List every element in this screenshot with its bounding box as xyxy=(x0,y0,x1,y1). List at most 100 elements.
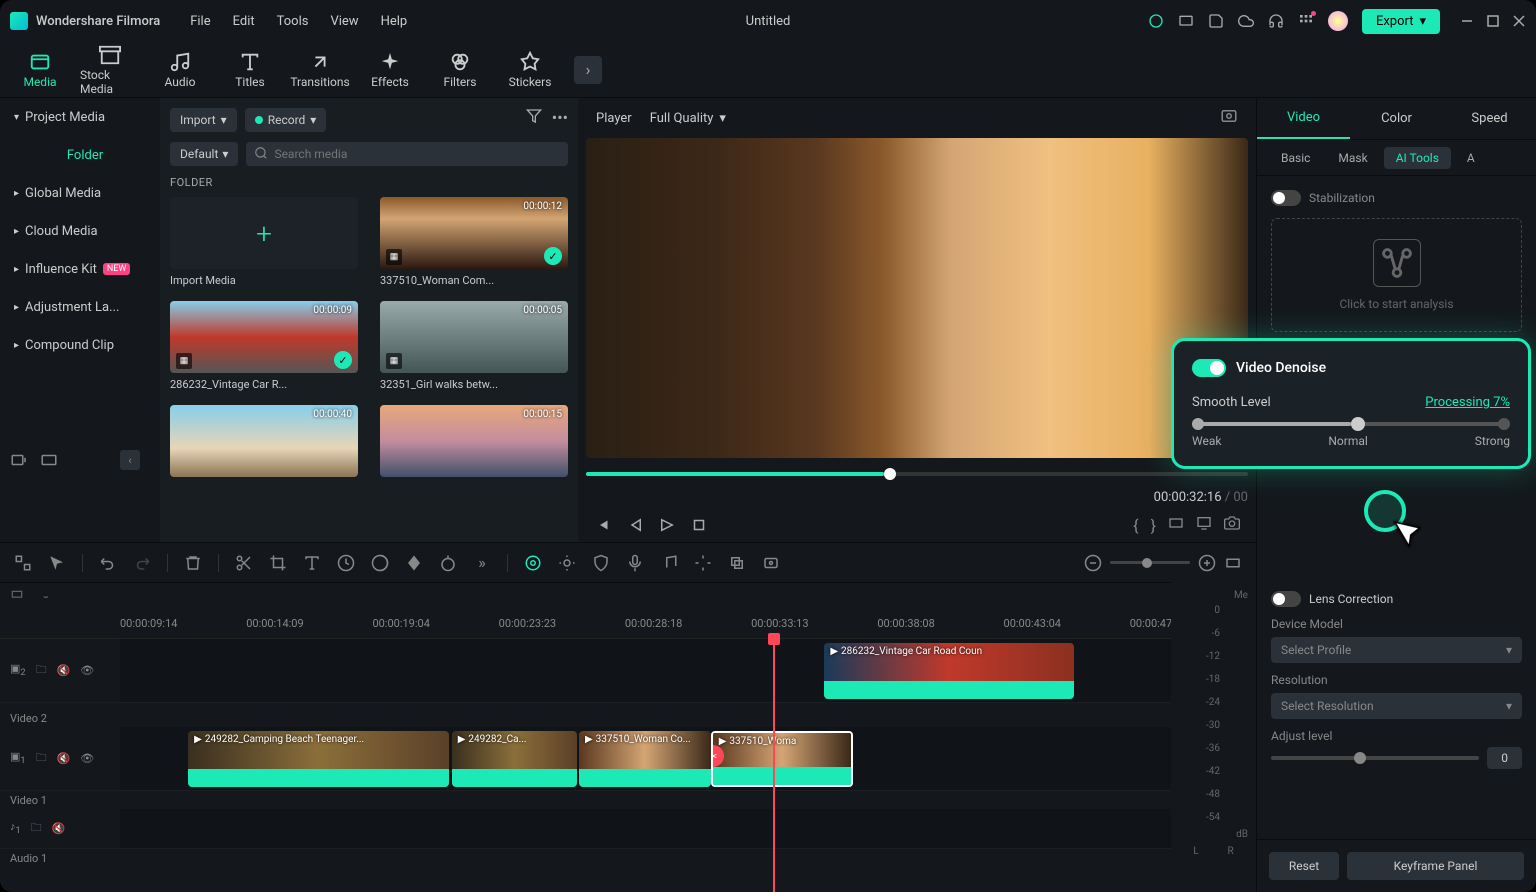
slider-thumb[interactable] xyxy=(1351,417,1365,431)
search-input[interactable] xyxy=(274,147,560,161)
zoom-slider[interactable] xyxy=(1110,561,1190,564)
close-icon[interactable] xyxy=(1512,14,1526,28)
eye-icon[interactable]: 👁 xyxy=(80,664,94,677)
lens-correction-toggle[interactable] xyxy=(1271,591,1301,607)
bin-icon[interactable] xyxy=(40,451,58,469)
sidebar-global-media[interactable]: ▸Global Media xyxy=(0,174,160,212)
menu-view[interactable]: View xyxy=(330,14,358,29)
light-icon[interactable] xyxy=(694,554,712,572)
import-button[interactable]: Import▾ xyxy=(170,108,237,132)
new-bin-icon[interactable] xyxy=(10,451,28,469)
timeline-clip[interactable]: ▶249282_Ca... xyxy=(452,731,577,787)
progress-icon[interactable] xyxy=(1148,13,1164,29)
subtab-ai-tools[interactable]: AI Tools xyxy=(1384,147,1451,169)
play-button[interactable] xyxy=(658,516,676,534)
media-item[interactable]: 00:00:40 xyxy=(170,405,358,477)
quality-dropdown[interactable]: Full Quality▾ xyxy=(650,111,726,126)
mute-icon[interactable]: 🔇 xyxy=(57,752,71,765)
mute-icon[interactable]: 🔇 xyxy=(52,822,66,835)
tab-effects[interactable]: Effects xyxy=(360,51,420,89)
timeline-clip[interactable]: ▶337510_Woman Co... xyxy=(579,731,711,787)
headset-icon[interactable] xyxy=(1268,13,1284,29)
play-backward-button[interactable] xyxy=(626,516,644,534)
minimize-icon[interactable] xyxy=(1460,14,1474,28)
tab-audio[interactable]: Audio xyxy=(150,51,210,89)
redo-icon[interactable] xyxy=(133,554,151,572)
ratio-icon[interactable] xyxy=(1168,515,1184,535)
prev-frame-button[interactable] xyxy=(594,516,612,534)
color-icon[interactable] xyxy=(371,554,389,572)
sidebar-project-media[interactable]: ▾Project Media xyxy=(0,98,160,136)
scrubber-thumb[interactable] xyxy=(884,468,896,480)
media-item[interactable]: 00:00:05▦ 32351_Girl walks betw... xyxy=(380,301,568,391)
menu-help[interactable]: Help xyxy=(381,14,408,29)
snapshot-icon[interactable] xyxy=(1220,107,1238,129)
eye-icon[interactable]: 👁 xyxy=(80,752,94,765)
search-media[interactable] xyxy=(246,142,568,166)
stop-button[interactable] xyxy=(690,516,708,534)
timeline-ruler[interactable]: 00:00:09:14 00:00:14:09 00:00:19:04 00:0… xyxy=(0,611,1256,639)
folder-icon[interactable]: 🗀 xyxy=(36,749,47,768)
stabilization-toggle[interactable] xyxy=(1271,190,1301,206)
track-v1[interactable]: ▶249282_Camping Beach Teenager... ▶24928… xyxy=(120,727,1256,790)
subtab-basic[interactable]: Basic xyxy=(1269,147,1322,169)
menu-edit[interactable]: Edit xyxy=(233,14,255,29)
menu-file[interactable]: File xyxy=(190,14,210,29)
link-icon[interactable] xyxy=(38,588,52,607)
timer-icon[interactable] xyxy=(439,554,457,572)
brace-left-icon[interactable]: { xyxy=(1133,516,1138,535)
tab-stock-media[interactable]: Stock Media xyxy=(80,44,140,96)
record-button[interactable]: Record▾ xyxy=(245,108,327,132)
music-icon[interactable] xyxy=(660,554,678,572)
shield-icon[interactable] xyxy=(592,554,610,572)
media-item[interactable]: 00:00:12▦✓ 337510_Woman Com... xyxy=(380,197,568,287)
enhance-icon[interactable] xyxy=(558,554,576,572)
filter-icon[interactable] xyxy=(526,108,542,124)
denoise-toggle[interactable] xyxy=(1192,359,1226,377)
collapse-sidebar-button[interactable]: ‹ xyxy=(120,450,140,470)
media-item[interactable]: 00:00:15 xyxy=(380,405,568,477)
sort-dropdown[interactable]: Default▾ xyxy=(170,142,238,166)
magnet-icon[interactable] xyxy=(10,588,24,607)
avatar-icon[interactable] xyxy=(1328,11,1348,31)
display-icon[interactable] xyxy=(1196,515,1212,535)
sidebar-influence-kit[interactable]: ▸Influence KitNEW xyxy=(0,250,160,288)
analysis-button[interactable]: Click to start analysis xyxy=(1271,218,1522,332)
folder-icon[interactable]: 🗀 xyxy=(31,819,42,838)
mic-icon[interactable] xyxy=(626,554,644,572)
keyframe-panel-button[interactable]: Keyframe Panel xyxy=(1347,852,1524,880)
zoom-in-icon[interactable] xyxy=(1198,554,1216,572)
ai-tool-icon[interactable] xyxy=(524,554,542,572)
subtab-mask[interactable]: Mask xyxy=(1326,147,1379,169)
sidebar-adjustment[interactable]: ▸Adjustment La... xyxy=(0,288,160,326)
text-icon[interactable] xyxy=(303,554,321,572)
video-preview[interactable] xyxy=(586,138,1248,458)
export-button[interactable]: Export▾ xyxy=(1362,9,1440,34)
device-profile-select[interactable]: Select Profile▾ xyxy=(1271,637,1522,663)
brace-right-icon[interactable]: } xyxy=(1151,516,1156,535)
preview-scrubber[interactable] xyxy=(586,472,1248,476)
layers-icon[interactable] xyxy=(728,554,746,572)
tab-color-props[interactable]: Color xyxy=(1350,98,1443,139)
apps-icon[interactable] xyxy=(1298,13,1314,29)
mute-icon[interactable]: 🔇 xyxy=(57,664,71,677)
tab-transitions[interactable]: Transitions xyxy=(290,51,350,89)
maximize-icon[interactable] xyxy=(1486,14,1500,28)
import-media-tile[interactable]: + Import Media xyxy=(170,197,358,287)
denoise-slider[interactable] xyxy=(1192,422,1510,426)
tab-speed-props[interactable]: Speed xyxy=(1443,98,1536,139)
track-v2[interactable]: ▶286232_Vintage Car Road Coun xyxy=(120,639,1256,702)
more-tools-icon[interactable]: » xyxy=(473,554,491,572)
save-icon[interactable] xyxy=(1208,13,1224,29)
keyframe-icon[interactable] xyxy=(405,554,423,572)
undo-icon[interactable] xyxy=(99,554,117,572)
selection-tool-icon[interactable] xyxy=(14,554,32,572)
adjust-slider[interactable] xyxy=(1271,756,1479,760)
tab-stickers[interactable]: Stickers xyxy=(500,51,560,89)
camera-icon[interactable] xyxy=(1224,515,1240,535)
playhead[interactable] xyxy=(773,639,775,892)
speed-icon[interactable] xyxy=(337,554,355,572)
tab-titles[interactable]: Titles xyxy=(220,51,280,89)
folder-icon[interactable]: 🗀 xyxy=(36,661,47,680)
more-icon[interactable]: ••• xyxy=(552,108,568,132)
